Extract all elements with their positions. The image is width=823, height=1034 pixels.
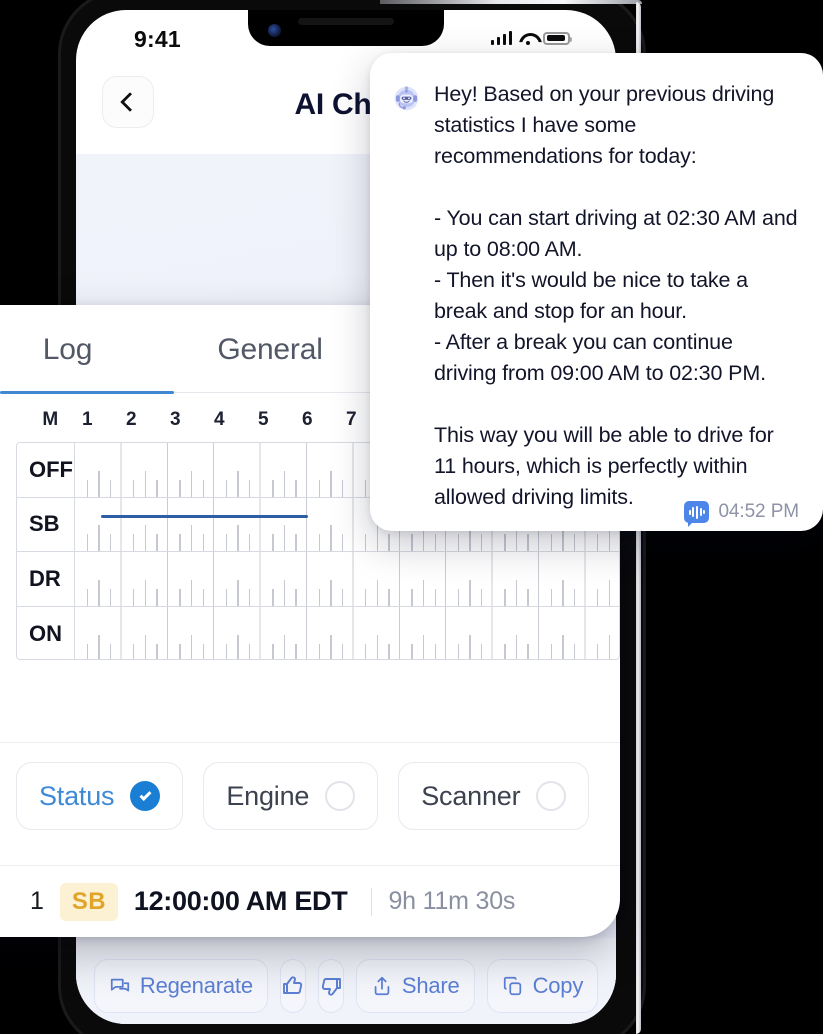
tick-marks [75,607,619,659]
share-icon [371,975,393,997]
ai-message-body: Hey! Based on your previous driving stat… [434,79,799,527]
pill-engine[interactable]: Engine [203,762,379,830]
regenerate-label: Regenarate [139,973,253,998]
status-bar-indicators [490,31,572,45]
empty-circle-icon [536,781,567,811]
share-label: Share [401,973,460,998]
copy-icon [502,975,524,997]
duty-row-label: SB [17,497,75,551]
copy-button[interactable]: Copy [486,959,599,1013]
hour-label: M [42,409,58,430]
status-badge: SB [59,882,118,921]
hour-label: 7 [345,409,357,430]
signal-icon [490,31,512,45]
voice-waveform-icon[interactable] [684,501,710,527]
tick-marks [75,552,619,606]
entry-index: 1 [30,887,44,915]
tab-log[interactable]: Log [0,305,175,395]
pill-status-label: Status [39,780,115,811]
wifi-icon [519,32,536,45]
regenerate-icon [109,975,131,997]
robot-avatar-icon [392,84,421,113]
empty-circle-icon [325,781,356,811]
duty-row-label: ON [17,606,75,659]
screenshot-stage: 9:41 AI Chat Regenarate Share Copy Log G… [0,0,823,1034]
copy-label: Copy [532,973,584,998]
table-row[interactable]: DR [17,552,619,607]
ai-message-meta: 04:52 PM [684,501,799,527]
thumbs-up-icon [281,974,305,998]
hour-label: 4 [213,409,225,430]
check-circle-icon [130,781,161,811]
section-divider [0,742,620,743]
duty-row-label: OFF [17,443,75,497]
ai-message-timestamp: 04:52 PM [718,501,799,522]
thumbs-down-button[interactable] [317,959,344,1013]
ai-message-bubble: Hey! Based on your previous driving stat… [370,53,823,531]
duty-row-label: DR [17,552,75,606]
tab-general-label: General [217,333,323,366]
pill-engine-label: Engine [226,780,310,811]
ai-message-text: Hey! Based on your previous driving stat… [434,82,798,509]
status-bar-time: 9:41 [134,26,181,52]
message-action-bar: Regenarate Share Copy [76,938,616,1024]
hour-label: 3 [169,409,181,430]
phone-bezel-top [380,0,642,4]
thumbs-down-icon [319,974,343,998]
thumbs-up-button[interactable] [279,959,306,1013]
entry-separator [371,887,373,916]
tab-log-label: Log [42,333,93,366]
duty-row-cells [75,606,619,659]
hour-label: 1 [81,409,93,430]
filter-pill-group: Status Engine Scanner [16,762,590,830]
regenerate-button[interactable]: Regenarate [93,959,268,1013]
pill-scanner-label: Scanner [421,780,521,811]
hour-label: 6 [301,409,313,430]
tab-active-indicator [0,391,174,394]
duty-status-line [101,514,308,518]
hour-label: 5 [257,409,269,430]
hour-label: 2 [125,409,137,430]
list-item[interactable]: 1 SB 12:00:00 AM EDT 9h 11m 30s [0,866,620,937]
table-row[interactable]: ON [17,606,619,659]
duty-row-cells [75,552,619,606]
pill-scanner[interactable]: Scanner [398,762,590,830]
entry-duration: 9h 11m 30s [388,887,516,915]
entry-time: 12:00:00 AM EDT [133,886,348,916]
pill-status[interactable]: Status [16,762,184,830]
battery-icon [543,31,572,45]
share-button[interactable]: Share [355,959,475,1013]
tab-general[interactable]: General [175,305,365,395]
